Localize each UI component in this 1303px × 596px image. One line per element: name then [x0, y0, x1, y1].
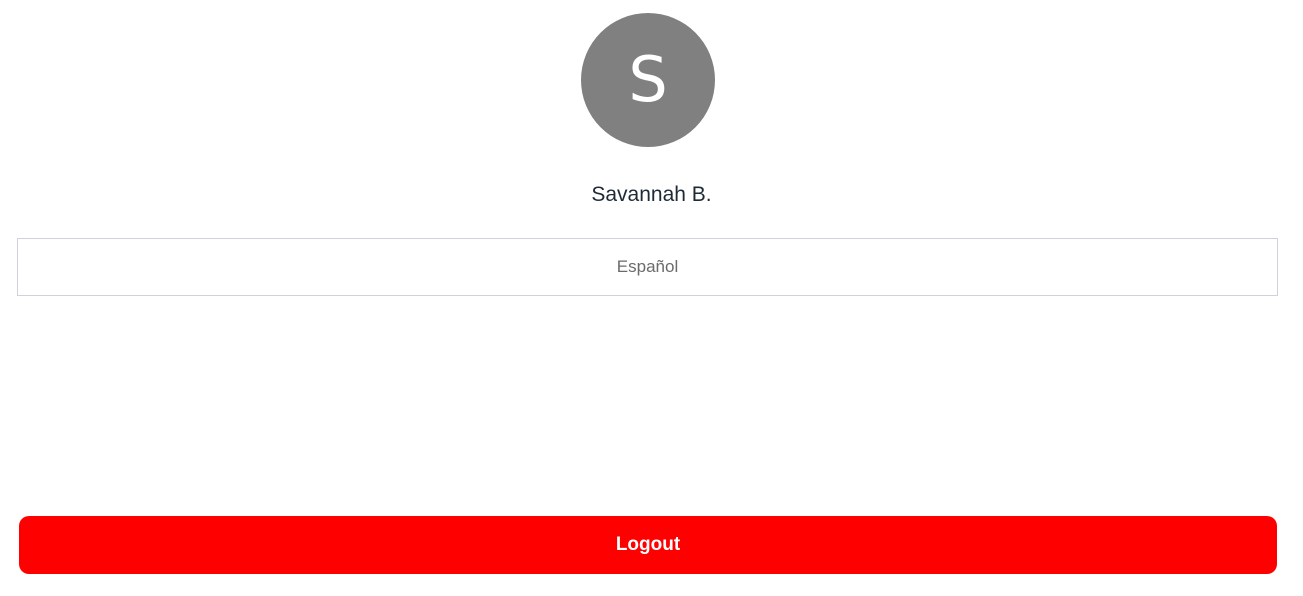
- language-selected-label: Español: [616, 257, 679, 276]
- user-name: Savannah B.: [591, 183, 712, 206]
- language-select[interactable]: Español: [17, 238, 1278, 296]
- profile-page: S Savannah B. Español Logout: [0, 0, 1303, 596]
- avatar: S: [581, 13, 715, 147]
- logout-label: Logout: [615, 534, 681, 555]
- logout-button[interactable]: Logout: [19, 516, 1277, 574]
